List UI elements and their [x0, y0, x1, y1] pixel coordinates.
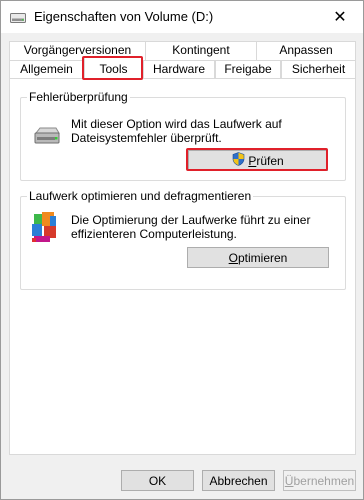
cancel-button[interactable]: Abbrechen [202, 470, 275, 491]
check-button-label: rüfen [256, 153, 284, 168]
window-title: Eigenschaften von Volume (D:) [34, 9, 214, 24]
defrag-icon [30, 210, 60, 247]
tools-panel: Fehlerüberprüfung Mit dieser Option wird… [9, 78, 356, 455]
close-button[interactable]: ✕ [317, 1, 363, 33]
apply-button-label: bernehmen [293, 473, 355, 488]
drive-icon [34, 127, 60, 148]
tab-tools[interactable]: Tools [84, 57, 143, 80]
dialog-footer: OK Abbrechen Übernehmen [1, 461, 363, 499]
tab-quota[interactable]: Kontingent [145, 41, 257, 60]
optimize-button-accel: O [228, 250, 238, 265]
check-button[interactable]: Prüfen [188, 150, 328, 171]
tab-row-front: Allgemein Tools Hardware Freigabe Sicher… [9, 57, 356, 80]
ok-button[interactable]: OK [121, 470, 194, 491]
apply-button-accel: Ü [284, 473, 294, 488]
tab-row-back: Vorgängerversionen Kontingent Anpassen [9, 41, 356, 60]
error-check-title: Fehlerüberprüfung [27, 90, 130, 104]
tab-general[interactable]: Allgemein [9, 60, 84, 79]
properties-window: Eigenschaften von Volume (D:) ✕ Vorgänge… [0, 0, 364, 500]
tab-sharing[interactable]: Freigabe [215, 60, 281, 79]
uac-shield-icon [232, 152, 245, 169]
optimize-button-label: ptimieren [237, 250, 288, 265]
title-bar[interactable]: Eigenschaften von Volume (D:) ✕ [1, 1, 363, 33]
close-icon: ✕ [333, 9, 347, 26]
optimize-button[interactable]: Optimieren [187, 247, 329, 268]
error-check-description: Mit dieser Option wird das Laufwerk auf … [71, 117, 282, 145]
check-button-accel: P [248, 153, 257, 168]
optimize-title: Laufwerk optimieren und defragmentieren [27, 189, 254, 203]
drive-icon [10, 12, 26, 23]
optimize-group: Laufwerk optimieren und defragmentieren [20, 189, 346, 290]
tab-hardware[interactable]: Hardware [143, 60, 215, 79]
apply-button[interactable]: Übernehmen [283, 470, 356, 491]
tab-security[interactable]: Sicherheit [281, 60, 356, 79]
optimize-description: Die Optimierung der Laufwerke führt zu e… [71, 213, 311, 241]
tab-customize[interactable]: Anpassen [256, 41, 356, 60]
